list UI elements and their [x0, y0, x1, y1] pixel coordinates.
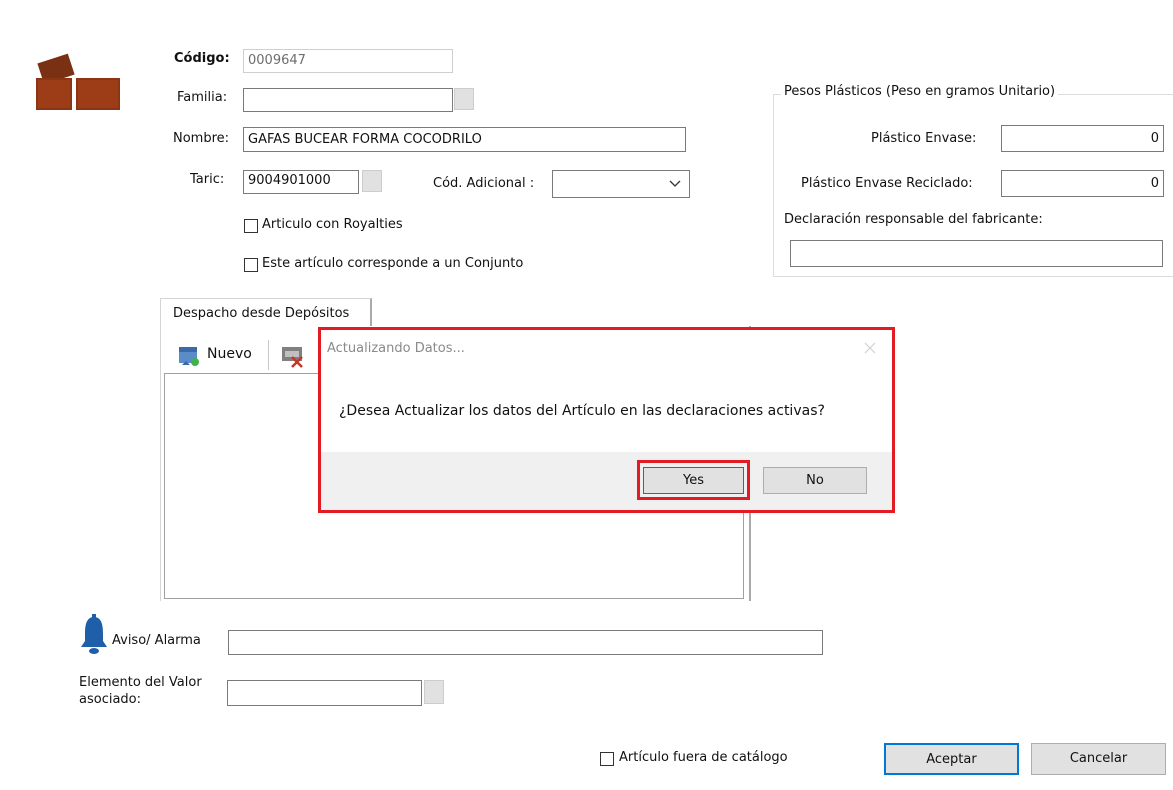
nuevo-label: Nuevo	[207, 346, 252, 362]
nombre-label: Nombre:	[173, 131, 230, 146]
no-button[interactable]: No	[763, 467, 867, 494]
close-icon[interactable]	[864, 342, 876, 358]
reciclado-label: Plástico Envase Reciclado:	[801, 176, 973, 191]
conjunto-checkbox[interactable]	[244, 258, 258, 272]
envase-field[interactable]: 0	[1001, 125, 1164, 152]
elemento-label-line1: Elemento del Valor	[79, 675, 202, 690]
toolbar-separator	[268, 340, 269, 370]
aceptar-button[interactable]: Aceptar	[884, 743, 1019, 775]
royalties-checkbox[interactable]	[244, 219, 258, 233]
bricks-icon	[36, 48, 122, 112]
delete-record-icon[interactable]	[278, 343, 308, 369]
confirm-dialog: Actualizando Datos... ¿Desea Actualizar …	[318, 327, 895, 513]
envase-label: Plástico Envase:	[871, 131, 977, 146]
elemento-label-line2: asociado:	[79, 692, 142, 707]
yes-button[interactable]: Yes	[643, 467, 744, 494]
declaracion-label: Declaración responsable del fabricante:	[784, 212, 1043, 227]
elemento-lookup-button[interactable]	[424, 680, 444, 704]
pesos-plasticos-title: Pesos Plásticos (Peso en gramos Unitario…	[781, 84, 1059, 99]
add-record-icon	[176, 343, 202, 373]
taric-field[interactable]: 9004901000	[243, 170, 359, 194]
declaracion-field[interactable]	[790, 240, 1163, 267]
cancelar-button[interactable]: Cancelar	[1031, 743, 1166, 775]
code-label: Código:	[174, 51, 230, 66]
fuera-catalogo-label: Artículo fuera de catálogo	[619, 750, 788, 765]
taric-label: Taric:	[190, 172, 225, 187]
dialog-message: ¿Desea Actualizar los datos del Artículo…	[339, 403, 825, 419]
dialog-title: Actualizando Datos...	[327, 341, 465, 356]
cod-adicional-label: Cód. Adicional :	[433, 176, 535, 191]
familia-label: Familia:	[177, 90, 228, 105]
tab-despacho[interactable]: Despacho desde Depósitos	[160, 298, 372, 327]
code-field[interactable]: 0009647	[243, 49, 453, 73]
nuevo-button[interactable]: Nuevo	[172, 340, 266, 370]
reciclado-field[interactable]: 0	[1001, 170, 1164, 197]
nombre-field[interactable]: GAFAS BUCEAR FORMA COCODRILO	[243, 127, 686, 152]
taric-lookup-button[interactable]	[362, 170, 382, 192]
conjunto-label: Este artículo corresponde a un Conjunto	[262, 256, 524, 271]
elemento-field[interactable]	[227, 680, 422, 706]
tab-despacho-label: Despacho desde Depósitos	[173, 306, 350, 321]
royalties-label: Articulo con Royalties	[262, 217, 403, 232]
chevron-down-icon	[669, 175, 681, 197]
familia-lookup-button[interactable]	[454, 88, 474, 110]
fuera-catalogo-checkbox[interactable]	[600, 752, 614, 766]
cod-adicional-select[interactable]	[552, 170, 690, 198]
aviso-field[interactable]	[228, 630, 823, 655]
familia-field[interactable]	[243, 88, 453, 112]
bell-icon	[80, 614, 108, 656]
aviso-label: Aviso/ Alarma	[112, 633, 201, 648]
